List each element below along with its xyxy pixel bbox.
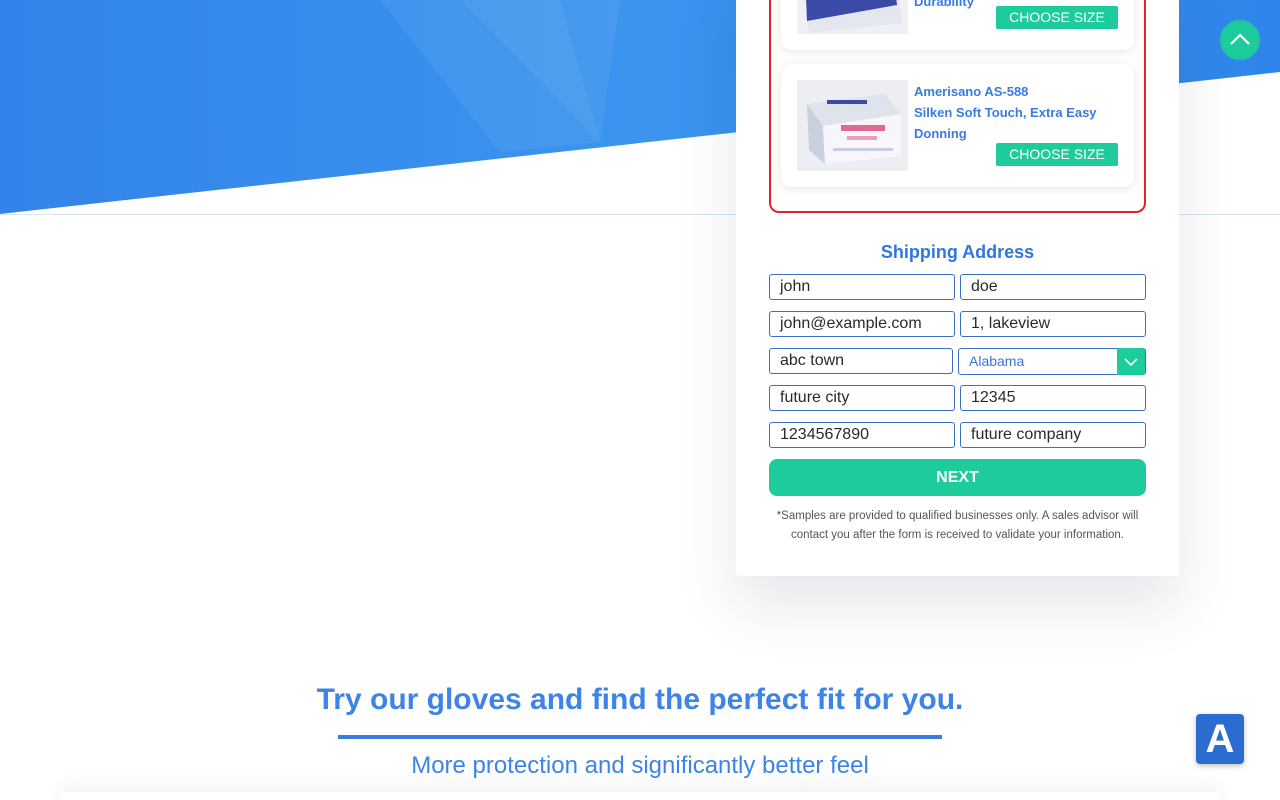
disclaimer-text: *Samples are provided to qualified busin…	[776, 510, 1139, 541]
next-section-edge	[60, 792, 1220, 800]
next-button[interactable]: NEXT	[769, 459, 1146, 496]
product-card: Durability CHOOSE SIZE	[781, 0, 1134, 50]
last-name-field[interactable]: doe	[960, 274, 1146, 300]
chevron-down-icon[interactable]	[1117, 348, 1145, 375]
heading-underline	[338, 735, 942, 739]
product-title-line: Amerisano AS-588	[914, 84, 1029, 99]
product-title-line: Silken Soft Touch, Extra Easy Donning	[914, 105, 1097, 141]
scroll-to-top-button[interactable]	[1220, 20, 1260, 60]
product-image	[797, 80, 908, 171]
company-field[interactable]: future company	[960, 422, 1146, 448]
first-name-field[interactable]: john	[769, 274, 955, 300]
email-field[interactable]: john@example.com	[769, 311, 955, 337]
chevron-up-icon	[1230, 33, 1250, 45]
section-heading: Try our gloves and find the perfect fit …	[316, 683, 964, 716]
choose-size-button[interactable]: CHOOSE SIZE	[996, 6, 1118, 29]
state-select[interactable]: Alabama	[958, 348, 1146, 375]
chat-widget-button[interactable]: A	[1196, 714, 1244, 764]
product-title[interactable]: Amerisano AS-588 Silken Soft Touch, Extr…	[914, 81, 1114, 144]
product-image	[797, 0, 908, 34]
phone-field[interactable]: 1234567890	[769, 422, 955, 448]
city-field[interactable]: future city	[769, 385, 955, 411]
state-select-value: Alabama	[969, 353, 1025, 369]
address-field[interactable]: 1, lakeview	[960, 311, 1146, 337]
choose-size-button[interactable]: CHOOSE SIZE	[996, 143, 1118, 166]
section-subheading: More protection and significantly better…	[411, 752, 869, 779]
zip-field[interactable]: 12345	[960, 385, 1146, 411]
shipping-address-title: Shipping Address	[880, 242, 1035, 262]
product-card: Amerisano AS-588 Silken Soft Touch, Extr…	[781, 64, 1134, 187]
town-field[interactable]: abc town	[769, 348, 953, 374]
